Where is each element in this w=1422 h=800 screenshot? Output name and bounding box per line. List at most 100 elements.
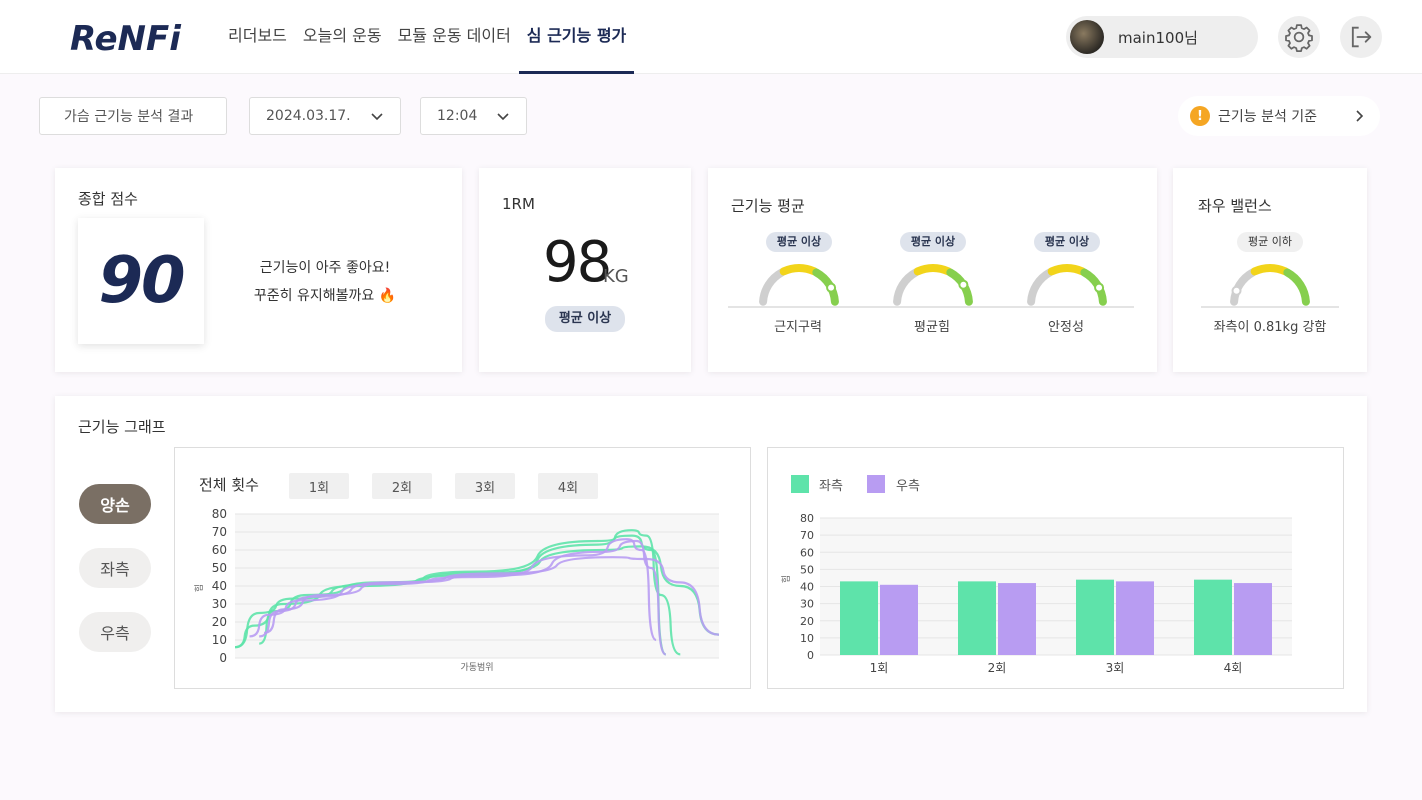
bar-x-tick-label: 3회 — [1106, 661, 1125, 675]
balance-gauge-marker — [1231, 285, 1242, 296]
logout-button[interactable] — [1340, 16, 1382, 58]
criteria-label: 근기능 분석 기준 — [1218, 109, 1318, 125]
bar-left-4 — [1194, 579, 1232, 655]
analysis-criteria-button[interactable]: ! 근기능 분석 기준 — [1178, 96, 1380, 136]
bar-right-2 — [998, 583, 1036, 655]
bar-y-tick-label: 70 — [800, 529, 814, 542]
analysis-type-label: 가슴 근기능 분석 결과 — [64, 109, 194, 125]
gauge-2-marker — [1094, 282, 1105, 293]
mode-right-button[interactable]: 우측 — [79, 612, 151, 652]
score-message-line2: 꾸준히 유지해볼까요 🔥 — [253, 288, 397, 304]
bar-y-tick-label: 60 — [800, 546, 814, 559]
force-curve-chart: 0 10 20 30 40 50 60 70 80 힘가동범위 — [194, 507, 720, 673]
left-right-bar-panel: 좌측 우측 0 10 20 30 40 50 60 70 80 힘 1회 2회 3회 4회 — [767, 447, 1344, 689]
one-rm-badge: 평균 이상 — [545, 306, 625, 332]
gauge-2-segment-1 — [1047, 264, 1087, 276]
bar-x-tick-label: 4회 — [1224, 661, 1243, 675]
date-select[interactable]: 2024.03.17. — [249, 97, 401, 135]
chevron-right-icon — [1356, 110, 1364, 122]
balance-label: 좌측이 0.81kg 강함 — [1213, 320, 1327, 335]
bar-left-1 — [840, 581, 878, 655]
line-y-tick-label: 60 — [212, 543, 227, 557]
total-score-value: 90 — [98, 244, 185, 318]
bar-y-tick-label: 80 — [800, 512, 814, 525]
chevron-down-icon — [371, 113, 383, 121]
balance-gauge-svg — [1230, 264, 1310, 306]
bar-left-2 — [958, 581, 996, 655]
gauge-1-segment-0 — [893, 268, 920, 306]
user-menu[interactable]: main100님 — [1066, 16, 1258, 58]
one-rm-title: 1RM — [502, 195, 535, 213]
line-y-tick-label: 10 — [212, 633, 227, 647]
gauge-2-segment-0 — [1027, 268, 1054, 306]
bar-y-tick-label: 20 — [800, 615, 814, 628]
balance-gauge-segment-1 — [1250, 264, 1290, 276]
main-nav: 리더보드 오늘의 운동 모듈 운동 데이터 심 근기능 평가 — [220, 0, 635, 74]
score-message-line1: 근기능이 아주 좋아요! — [259, 260, 391, 276]
line-y-tick-label: 80 — [212, 507, 227, 521]
line-y-tick-label: 30 — [212, 597, 227, 611]
one-rm-unit: KG — [603, 266, 629, 287]
gauge-0-segment-0 — [759, 268, 786, 306]
line-y-tick-label: 0 — [219, 651, 227, 665]
settings-button[interactable] — [1278, 16, 1320, 58]
line-y-tick-label: 50 — [212, 561, 227, 575]
date-value: 2024.03.17. — [266, 108, 351, 124]
bar-y-tick-label: 50 — [800, 563, 814, 576]
bar-y-tick-label: 0 — [807, 649, 814, 662]
bar-y-tick-label: 10 — [800, 632, 814, 645]
bar-y-tick-label: 30 — [800, 598, 814, 611]
gauge-0-segment-1 — [779, 264, 819, 276]
nav-today-workout[interactable]: 오늘의 운동 — [295, 0, 390, 74]
chevron-down-icon — [497, 113, 509, 121]
line-y-tick-label: 40 — [212, 579, 227, 593]
line-y-tick-label: 20 — [212, 615, 227, 629]
balance-card: 좌우 밸런스 평균 이하 좌측이 0.81kg 강함 — [1173, 168, 1367, 372]
nav-module-data[interactable]: 모듈 운동 데이터 — [390, 0, 519, 74]
gear-icon — [1285, 24, 1313, 52]
time-select[interactable]: 12:04 — [420, 97, 527, 135]
warning-icon: ! — [1190, 106, 1210, 126]
gauge-1-marker — [958, 279, 969, 290]
score-message: 근기능이 아주 좋아요! 꾸준히 유지해볼까요 🔥 — [225, 254, 425, 310]
nav-muscle-eval[interactable]: 심 근기능 평가 — [518, 0, 635, 74]
bar-right-4 — [1234, 583, 1272, 655]
total-score-title: 종합 점수 — [78, 190, 138, 208]
gauge-label-stability: 안정성 — [1048, 320, 1084, 335]
avatar — [1070, 20, 1104, 54]
analysis-type-select[interactable]: 가슴 근기능 분석 결과 — [39, 97, 227, 135]
gauge-0-marker — [826, 282, 837, 293]
line-y-tick-label: 70 — [212, 525, 227, 539]
gauges-svg — [759, 264, 1107, 306]
gauge-label-avg-force: 평균힘 — [914, 320, 950, 335]
nav-leaderboard[interactable]: 리더보드 — [220, 0, 295, 74]
user-name: main100님 — [1118, 28, 1198, 47]
line-x-axis-label: 가동범위 — [460, 662, 493, 673]
mode-left-button[interactable]: 좌측 — [79, 548, 151, 588]
total-score-card: 종합 점수 90 근기능이 아주 좋아요! 꾸준히 유지해볼까요 🔥 — [55, 168, 462, 372]
gauge-1-segment-1 — [913, 264, 953, 276]
gauge-label-endurance: 근지구력 — [774, 320, 822, 335]
left-right-bar-chart: 0 10 20 30 40 50 60 70 80 힘 1회 2회 3회 4회 — [781, 512, 1292, 675]
bar-right-1 — [880, 584, 918, 655]
line-y-axis-label: 힘 — [194, 584, 205, 592]
force-curve-panel: 전체 횟수 1회 2회 3회 4회 0 10 20 30 40 50 60 70 80 힘 가동범위 — [174, 447, 751, 689]
renfit-logo[interactable]: ReNFit — [70, 12, 182, 62]
score-box: 90 — [78, 218, 204, 344]
logout-icon — [1351, 26, 1372, 48]
bar-x-tick-label: 2회 — [988, 661, 1007, 675]
one-rm-card: 1RM 98 KG 평균 이상 — [479, 168, 691, 372]
balance-gauge-segment-2 — [1283, 268, 1310, 306]
muscle-graph-title: 근기능 그래프 — [78, 418, 166, 436]
bar-y-axis-label: 힘 — [781, 575, 792, 583]
bar-x-tick-label: 1회 — [870, 661, 889, 675]
time-value: 12:04 — [437, 108, 478, 124]
logo-text: ReNFit — [70, 19, 182, 59]
bar-y-tick-label: 40 — [800, 581, 814, 594]
muscle-average-card: 근기능 평균 평균 이상 평균 이상 평균 이상 근지구력 평균힘 안정성 — [708, 168, 1157, 372]
bar-right-3 — [1116, 581, 1154, 655]
mode-both-button[interactable]: 양손 — [79, 484, 151, 524]
app-header: ReNFit 리더보드 오늘의 운동 모듈 운동 데이터 심 근기능 평가 ma… — [0, 0, 1422, 74]
bar-left-3 — [1076, 579, 1114, 655]
one-rm-value: 98 — [543, 230, 612, 295]
